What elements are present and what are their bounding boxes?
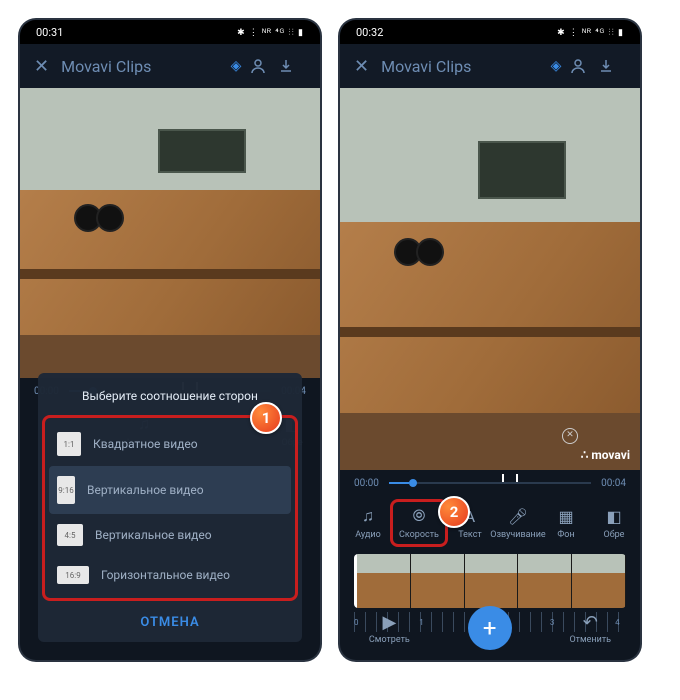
tool-bg[interactable]: ▦Фон bbox=[542, 507, 590, 540]
plus-icon: + bbox=[483, 614, 497, 642]
timeline[interactable]: 00:00 00:04 bbox=[340, 470, 640, 496]
trim-markers-icon bbox=[502, 474, 518, 482]
watermark-logo-icon: ∴ bbox=[581, 448, 588, 462]
tool-crop-partial[interactable]: ◧Обре bbox=[590, 507, 638, 540]
time-start: 00:00 bbox=[354, 478, 379, 489]
ratio-label: Вертикальное видео bbox=[87, 483, 204, 497]
status-bar: 00:32 ✱ ⋮ ᴺᴿ ⁴ᴳ ⫶⫶ ▮ bbox=[340, 20, 640, 44]
video-preview[interactable]: ✕ ∴ movavi bbox=[340, 88, 640, 470]
music-note-icon: ♫ bbox=[362, 506, 374, 526]
annotation-badge-1: 1 bbox=[250, 402, 282, 434]
cancel-button[interactable]: ОТМЕНА bbox=[38, 601, 302, 642]
app-title: Movavi Clips bbox=[381, 57, 542, 76]
close-icon[interactable]: ✕ bbox=[34, 56, 49, 77]
profile-icon[interactable] bbox=[570, 58, 598, 74]
speed-icon: ⦾ bbox=[413, 506, 426, 526]
crop-icon: ◧ bbox=[606, 507, 621, 526]
time-end: 00:04 bbox=[601, 478, 626, 489]
undo-button[interactable]: ↶ Отменить bbox=[569, 612, 611, 645]
premium-icon[interactable]: ◈ bbox=[542, 58, 570, 74]
picture-icon: ▦ bbox=[558, 507, 573, 526]
status-icons: ✱ ⋮ ᴺᴿ ⁴ᴳ ⫶⫶ ▮ bbox=[237, 27, 304, 38]
phone-screenshot-1: 00:31 ✱ ⋮ ᴺᴿ ⁴ᴳ ⫶⫶ ▮ ✕ Movavi Clips ◈ 00… bbox=[20, 20, 320, 660]
aspect-option-9-16[interactable]: 9:16 Вертикальное видео bbox=[49, 466, 291, 514]
ratio-label: Квадратное видео bbox=[93, 437, 198, 451]
download-icon[interactable] bbox=[278, 58, 306, 74]
video-preview[interactable] bbox=[20, 88, 320, 378]
ratio-icon: 1:1 bbox=[57, 432, 81, 456]
app-header: ✕ Movavi Clips ◈ bbox=[20, 44, 320, 88]
close-icon[interactable]: ✕ bbox=[354, 56, 369, 77]
aspect-option-16-9[interactable]: 16:9 Горизонтальное видео bbox=[49, 556, 291, 594]
ratio-icon: 4:5 bbox=[57, 524, 83, 546]
tool-audio[interactable]: ♫Аудио bbox=[344, 506, 392, 540]
editor-toolbar: ♫Аудио ⦾Скорость AТекст 🎤︎Озвучивание ▦Ф… bbox=[340, 496, 640, 550]
aspect-option-4-5[interactable]: 4:5 Вертикальное видео bbox=[49, 514, 291, 556]
annotation-badge-2: 2 bbox=[438, 496, 470, 528]
preview-image bbox=[340, 88, 640, 470]
ratio-label: Горизонтальное видео bbox=[101, 568, 230, 582]
profile-icon[interactable] bbox=[250, 58, 278, 74]
preview-play-button[interactable]: ▶ Смотреть bbox=[369, 612, 410, 645]
app-title: Movavi Clips bbox=[61, 57, 222, 76]
add-button[interactable]: + bbox=[468, 606, 512, 650]
watermark-text: movavi bbox=[591, 448, 630, 462]
ratio-icon: 16:9 bbox=[57, 566, 89, 584]
ratio-icon: 9:16 bbox=[57, 476, 75, 504]
undo-icon: ↶ bbox=[583, 612, 598, 633]
tool-dub[interactable]: 🎤︎Озвучивание bbox=[494, 507, 542, 540]
download-icon[interactable] bbox=[598, 58, 626, 74]
aspect-ratio-list-highlight: 1:1 Квадратное видео 9:16 Вертикальное в… bbox=[42, 415, 298, 601]
status-icons: ✱ ⋮ ᴺᴿ ⁴ᴳ ⫶⫶ ▮ bbox=[557, 27, 624, 38]
watermark: ∴ movavi bbox=[581, 448, 630, 462]
preview-image bbox=[20, 88, 320, 378]
app-header: ✕ Movavi Clips ◈ bbox=[340, 44, 640, 88]
ratio-label: Вертикальное видео bbox=[95, 528, 212, 542]
watermark-close-icon[interactable]: ✕ bbox=[562, 428, 578, 444]
status-time: 00:32 bbox=[356, 26, 383, 39]
bottom-bar: ▶ Смотреть + ↶ Отменить bbox=[340, 596, 640, 660]
premium-icon[interactable]: ◈ bbox=[222, 58, 250, 74]
phone-screenshot-2: 00:32 ✱ ⋮ ᴺᴿ ⁴ᴳ ⫶⫶ ▮ ✕ Movavi Clips ◈ ✕ … bbox=[340, 20, 640, 660]
mic-icon: 🎤︎ bbox=[508, 507, 528, 526]
status-time: 00:31 bbox=[36, 26, 63, 39]
status-bar: 00:31 ✱ ⋮ ᴺᴿ ⁴ᴳ ⫶⫶ ▮ bbox=[20, 20, 320, 44]
play-icon: ▶ bbox=[382, 612, 396, 633]
